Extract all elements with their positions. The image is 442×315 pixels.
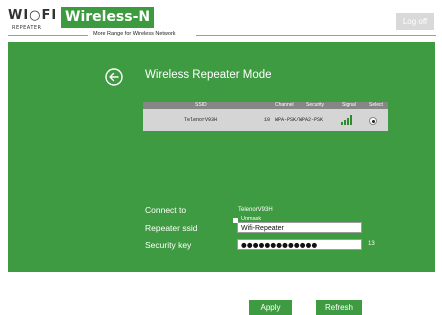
back-arrow-icon[interactable]	[105, 68, 123, 86]
security-key-label: Security key	[145, 240, 192, 250]
logo-subtitle: REPEATER	[12, 25, 42, 31]
column-header-ssid: SSID	[195, 102, 207, 108]
column-header-signal: Signal	[342, 102, 356, 108]
logo-text: WI○FI	[8, 8, 58, 23]
connect-to-label: Connect to	[145, 205, 187, 215]
cell-ssid: TelenorV93H	[184, 117, 218, 123]
table-header: SSID Channel Security Signal Select	[143, 102, 388, 109]
brand-title: Wireless-N	[61, 7, 155, 28]
tagline: More Range for Wireless Network	[93, 31, 176, 37]
header-divider-left	[8, 35, 88, 36]
cell-security: WPA-PSK/WPA2-PSK	[275, 117, 324, 123]
security-key-input[interactable]: ●●●●●●●●●●●●●	[237, 239, 362, 250]
main-panel: Wireless Repeater Mode SSID Channel Secu…	[8, 42, 435, 272]
repeater-ssid-label: Repeater ssid	[145, 223, 198, 233]
cell-channel: 10	[264, 117, 271, 123]
column-header-select: Select	[369, 102, 383, 108]
page-title: Wireless Repeater Mode	[145, 69, 272, 81]
unmask-checkbox[interactable]	[233, 218, 238, 223]
logout-button[interactable]: Log off	[396, 13, 434, 30]
header: WI○FI REPEATER Wireless-N More Range for…	[0, 0, 442, 42]
network-table: SSID Channel Security Signal Select Tele…	[143, 102, 388, 131]
header-divider-right	[196, 35, 436, 36]
table-row[interactable]: TelenorV93H 10 WPA-PSK/WPA2-PSK	[143, 109, 388, 131]
repeater-ssid-input[interactable]: Wifi-Repeater	[237, 222, 362, 233]
refresh-button[interactable]: Refresh	[316, 300, 362, 315]
select-radio[interactable]	[369, 117, 377, 125]
apply-button[interactable]: Apply	[249, 300, 292, 315]
logo: WI○FI REPEATER	[8, 8, 56, 36]
security-key-length: 13	[368, 241, 375, 247]
column-header-security: Security	[306, 102, 325, 108]
connect-to-value: TelenorV93H	[238, 207, 273, 213]
signal-strength-icon	[341, 115, 352, 125]
column-header-channel: Channel	[275, 102, 294, 108]
unmask-label: Unmask	[241, 216, 262, 222]
